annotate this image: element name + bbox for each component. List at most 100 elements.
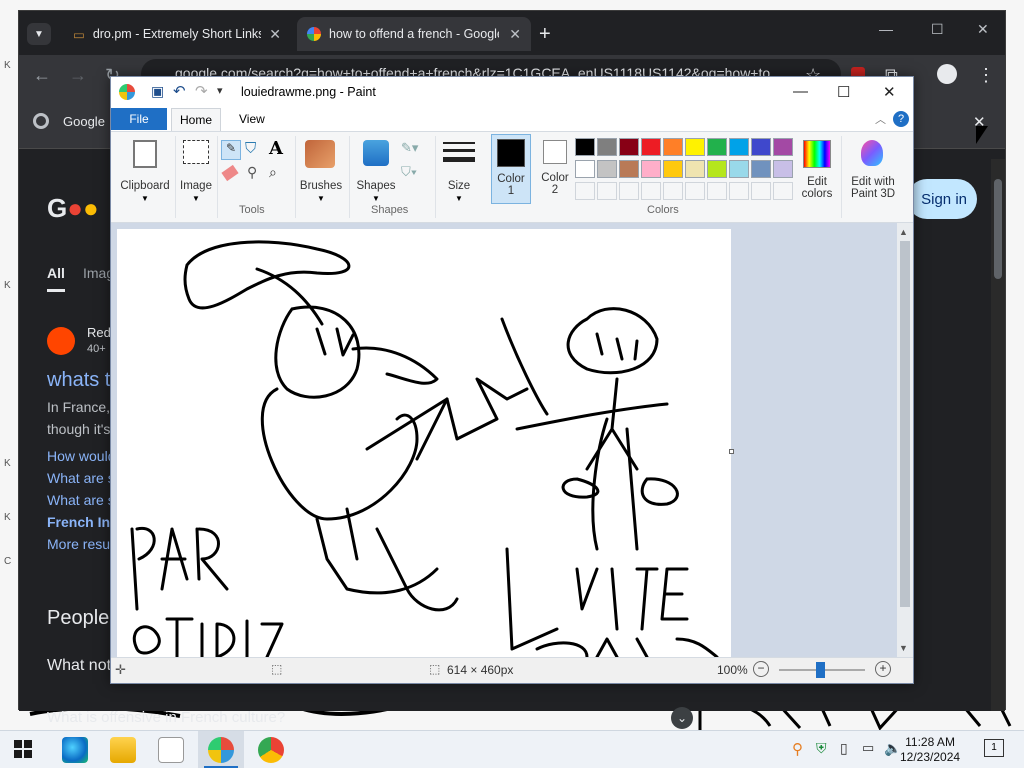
size-button[interactable]: Size ▼	[439, 136, 479, 218]
palette-color-swatch[interactable]	[597, 160, 617, 178]
image-button[interactable]: Image ▼	[177, 136, 215, 218]
palette-color-swatch[interactable]	[751, 160, 771, 178]
tab-dropm[interactable]: ▭ dro.pm - Extremely Short Links ✕	[63, 17, 291, 51]
palette-color-swatch[interactable]	[663, 138, 683, 156]
related-link[interactable]: More resu	[47, 536, 110, 552]
microsoft-store-icon[interactable]	[158, 737, 184, 763]
google-logo[interactable]: G●●	[47, 193, 99, 224]
forward-icon[interactable]: →	[69, 65, 87, 86]
file-menu-button[interactable]: File	[111, 108, 167, 130]
related-link[interactable]: What are s	[47, 492, 115, 508]
palette-color-swatch[interactable]	[641, 160, 661, 178]
close-tab-icon[interactable]: ✕	[509, 26, 521, 43]
paa-question[interactable]: What not	[47, 657, 111, 675]
related-link[interactable]: What are s	[47, 470, 115, 486]
palette-color-swatch[interactable]	[729, 160, 749, 178]
close-tab-icon[interactable]: ✕	[269, 26, 281, 43]
speaker-muted-icon[interactable]: 🔈	[884, 740, 901, 757]
resize-handle[interactable]	[729, 449, 734, 454]
palette-empty-swatch[interactable]	[663, 182, 683, 200]
palette-empty-swatch[interactable]	[641, 182, 661, 200]
redo-icon[interactable]: ↷	[195, 82, 208, 100]
palette-empty-swatch[interactable]	[751, 182, 771, 200]
search-icon[interactable]: ⚲	[792, 740, 803, 758]
edge-icon[interactable]	[62, 737, 88, 763]
eraser-icon[interactable]	[221, 164, 239, 182]
help-icon[interactable]: ?	[893, 111, 909, 127]
clipboard-button[interactable]: Clipboard ▼	[117, 136, 173, 218]
related-link[interactable]: French In	[47, 514, 110, 530]
sign-in-button[interactable]: Sign in	[907, 179, 977, 219]
palette-color-swatch[interactable]	[619, 138, 639, 156]
result-site-name[interactable]: Red	[87, 325, 111, 340]
palette-color-swatch[interactable]	[685, 138, 705, 156]
pencil-icon[interactable]: ✎	[221, 140, 241, 160]
palette-color-swatch[interactable]	[707, 138, 727, 156]
brushes-button[interactable]: Brushes ▼	[299, 136, 343, 218]
google-lens-bar[interactable]: Google	[33, 113, 105, 129]
tab-search-button[interactable]: ▼	[27, 23, 51, 45]
scroll-up-icon[interactable]: ▲	[899, 227, 908, 237]
network-icon[interactable]: ▭	[862, 740, 874, 756]
quick-access-dropdown-icon[interactable]: ▾	[217, 84, 223, 97]
palette-color-swatch[interactable]	[685, 160, 705, 178]
undo-icon[interactable]: ↶	[173, 82, 186, 100]
back-icon[interactable]: ←	[33, 65, 51, 86]
palette-color-swatch[interactable]	[575, 138, 595, 156]
zoom-slider-thumb[interactable]	[816, 662, 825, 678]
minimize-icon[interactable]: —	[793, 83, 808, 100]
page-scrollbar[interactable]	[991, 159, 1005, 711]
save-icon[interactable]: ▣	[151, 83, 164, 100]
result-heading[interactable]: whats t	[47, 369, 110, 392]
chevron-down-icon[interactable]: ⌄	[671, 707, 693, 729]
scroll-down-icon[interactable]: ▼	[899, 643, 908, 653]
palette-empty-swatch[interactable]	[575, 182, 595, 200]
tab-home[interactable]: Home	[171, 108, 221, 131]
palette-color-swatch[interactable]	[641, 138, 661, 156]
palette-color-swatch[interactable]	[663, 160, 683, 178]
zoom-out-icon[interactable]: −	[753, 661, 769, 677]
color-picker-icon[interactable]: ⚲	[247, 164, 257, 181]
palette-empty-swatch[interactable]	[707, 182, 727, 200]
palette-color-swatch[interactable]	[707, 160, 727, 178]
palette-color-swatch[interactable]	[773, 138, 793, 156]
outline-icon[interactable]: ✎▾	[401, 140, 418, 156]
menu-icon[interactable]: ⋮	[977, 65, 995, 86]
palette-empty-swatch[interactable]	[729, 182, 749, 200]
profile-icon[interactable]	[937, 64, 957, 84]
search-tab-all[interactable]: All	[47, 265, 65, 292]
scrollbar-thumb[interactable]	[900, 241, 910, 607]
maximize-icon[interactable]: ☐	[931, 21, 944, 38]
color1-button[interactable]: Color 1	[491, 134, 531, 204]
taskbar-clock[interactable]: 11:28 AM 12/23/2024	[900, 735, 960, 765]
fill-bucket-icon[interactable]: ⛉	[245, 140, 256, 157]
palette-empty-swatch[interactable]	[685, 182, 705, 200]
related-link[interactable]: How would	[47, 448, 115, 464]
palette-color-swatch[interactable]	[575, 160, 595, 178]
edit-colors-button[interactable]: Edit colors	[797, 136, 837, 218]
paa-question[interactable]: What is offensive in French culture?	[47, 709, 285, 726]
canvas-vertical-scrollbar[interactable]: ▲ ▼	[897, 223, 913, 657]
zoom-in-icon[interactable]: +	[875, 661, 891, 677]
scrollbar-thumb[interactable]	[994, 179, 1002, 279]
text-tool-icon[interactable]: A	[269, 138, 283, 159]
palette-empty-swatch[interactable]	[597, 182, 617, 200]
palette-color-swatch[interactable]	[773, 160, 793, 178]
chrome-icon[interactable]	[258, 737, 284, 763]
new-tab-button[interactable]: +	[539, 23, 551, 46]
security-shield-icon[interactable]: ⛨	[816, 740, 827, 757]
collapse-ribbon-icon[interactable]: ︿	[875, 111, 886, 127]
fill-icon[interactable]: ⛉▾	[401, 164, 417, 180]
palette-empty-swatch[interactable]	[619, 182, 639, 200]
battery-icon[interactable]: ▯	[840, 740, 848, 757]
close-icon[interactable]: ✕	[977, 21, 989, 38]
close-icon[interactable]: ✕	[883, 83, 896, 101]
palette-empty-swatch[interactable]	[773, 182, 793, 200]
tab-view[interactable]: View	[239, 112, 265, 126]
maximize-icon[interactable]: ☐	[837, 83, 850, 101]
palette-color-swatch[interactable]	[619, 160, 639, 178]
notification-center-icon[interactable]: 1	[984, 739, 1004, 757]
palette-color-swatch[interactable]	[597, 138, 617, 156]
windows-start-icon[interactable]	[14, 740, 32, 758]
color2-button[interactable]: Color 2	[535, 134, 575, 204]
